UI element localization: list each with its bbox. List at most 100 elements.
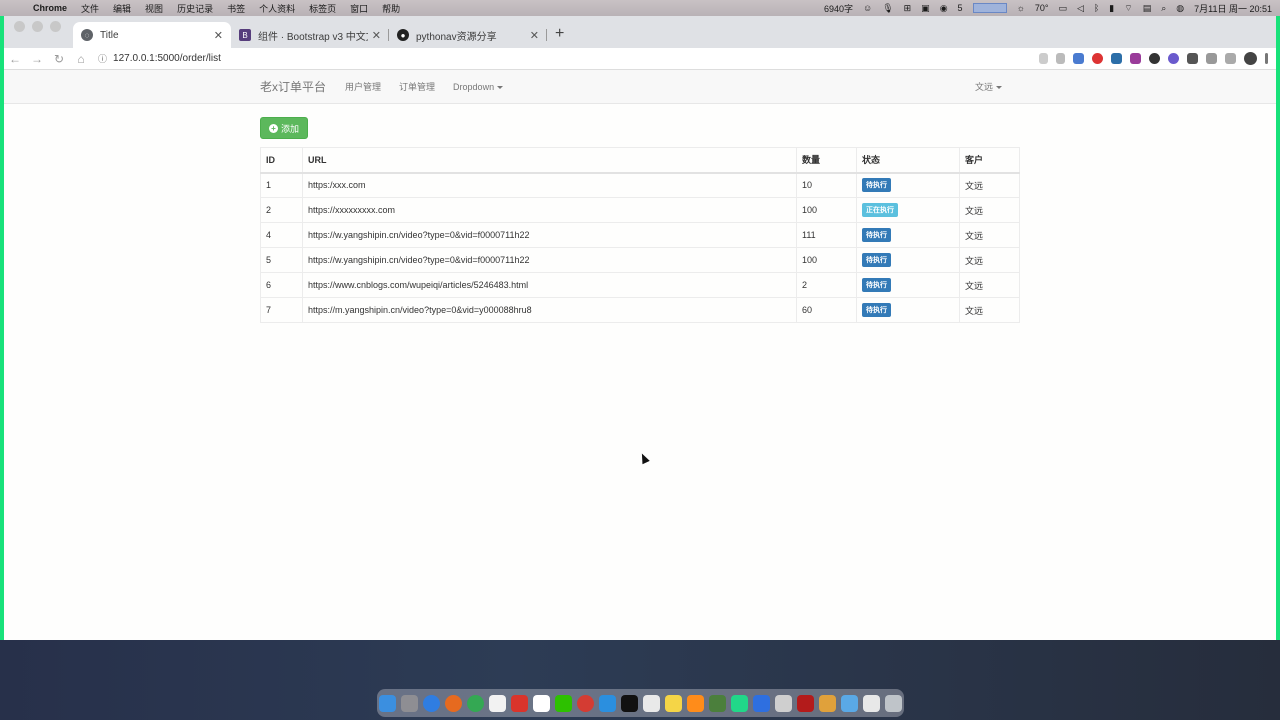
- cell-id: 1: [260, 172, 303, 198]
- document-icon[interactable]: [863, 694, 880, 712]
- address-bar[interactable]: ⓘ 127.0.0.1:5000/order/list: [98, 52, 978, 65]
- folder-icon[interactable]: [819, 694, 836, 712]
- reload-icon[interactable]: ↻: [48, 52, 70, 66]
- tab-title[interactable]: ◌ Title ✕: [73, 22, 231, 48]
- home-icon[interactable]: ⌂: [70, 52, 92, 66]
- cell-customer: 文远: [959, 197, 1020, 223]
- adblock-icon[interactable]: [1092, 53, 1103, 64]
- menu-edit[interactable]: 编辑: [106, 2, 138, 15]
- forward-icon[interactable]: →: [26, 52, 48, 66]
- word-count[interactable]: 6940字: [824, 2, 853, 15]
- volume-icon[interactable]: ◁: [1077, 3, 1084, 14]
- keynote-icon[interactable]: [599, 694, 616, 712]
- menu-tabs[interactable]: 标签页: [302, 2, 343, 15]
- url-text[interactable]: 127.0.0.1:5000/order/list: [113, 53, 221, 64]
- menu-bookmarks[interactable]: 书签: [220, 2, 252, 15]
- new-tab-button[interactable]: +: [547, 25, 572, 48]
- trash-icon[interactable]: [885, 694, 902, 712]
- firefox-icon[interactable]: [445, 694, 462, 712]
- nav-order-management[interactable]: 订单管理: [390, 80, 444, 93]
- notification-count[interactable]: 5: [958, 3, 963, 13]
- menu-help[interactable]: 帮助: [375, 2, 407, 15]
- finder-icon[interactable]: [379, 694, 396, 712]
- bookmark-star-icon[interactable]: [1056, 53, 1065, 64]
- temperature[interactable]: 70°: [1035, 3, 1049, 13]
- wechat-icon[interactable]: [555, 694, 572, 712]
- battery-icon[interactable]: ▮: [1109, 3, 1114, 14]
- terminal-icon[interactable]: [621, 694, 638, 712]
- extension-icon[interactable]: [1130, 53, 1141, 64]
- control-center-icon[interactable]: ▤: [1143, 3, 1152, 14]
- launchpad-icon[interactable]: [401, 694, 418, 712]
- menu-history[interactable]: 历史记录: [170, 2, 220, 15]
- extension-icon[interactable]: [1073, 53, 1084, 64]
- vue-icon[interactable]: [1187, 53, 1198, 64]
- caret-down-icon: [497, 85, 504, 89]
- zoom-window-button[interactable]: [50, 20, 61, 32]
- add-order-button[interactable]: + 添加: [260, 117, 308, 139]
- app-icon[interactable]: [511, 694, 528, 712]
- display-icon[interactable]: ▭: [1058, 3, 1067, 14]
- grid-icon[interactable]: ⊞: [904, 3, 912, 14]
- typora-icon[interactable]: [489, 694, 506, 712]
- extension-icon[interactable]: [1168, 53, 1179, 64]
- table-header-row: ID URL 数量 状态 客户: [260, 147, 1020, 174]
- chrome-icon[interactable]: [467, 694, 484, 712]
- close-tab-icon[interactable]: ✕: [530, 29, 539, 42]
- status-badge: 待执行: [862, 278, 891, 292]
- menu-window[interactable]: 窗口: [343, 2, 375, 15]
- menu-profile[interactable]: 个人资料: [252, 2, 302, 15]
- cell-url: https://www.cnblogs.com/wupeiqi/articles…: [302, 272, 797, 298]
- avatar[interactable]: [1244, 52, 1257, 65]
- menu-view[interactable]: 视图: [138, 2, 170, 15]
- nav-user-management[interactable]: 用户管理: [336, 80, 390, 93]
- infinity-icon[interactable]: [1149, 53, 1160, 64]
- puzzle-icon[interactable]: [1206, 53, 1217, 64]
- menu-file[interactable]: 文件: [74, 2, 106, 15]
- extension-icon[interactable]: [1111, 53, 1122, 64]
- cell-status: 待执行: [856, 297, 960, 323]
- site-brand[interactable]: 老x订单平台: [260, 78, 326, 95]
- mic-icon[interactable]: 🎙: [882, 3, 893, 14]
- calendar-icon[interactable]: [533, 694, 550, 712]
- tab-label: Title: [100, 29, 119, 41]
- clock[interactable]: 7月11日 周一 20:51: [1194, 2, 1272, 15]
- more-menu-icon[interactable]: [1265, 53, 1268, 64]
- nav-dropdown[interactable]: Dropdown: [444, 82, 512, 92]
- close-tab-icon[interactable]: ✕: [214, 29, 223, 42]
- wechat-icon[interactable]: ◉: [940, 3, 948, 14]
- netease-music-icon[interactable]: [577, 694, 594, 712]
- close-tab-icon[interactable]: ✕: [372, 29, 381, 42]
- menu-app-name[interactable]: Chrome: [26, 3, 74, 13]
- share-icon[interactable]: [1039, 53, 1048, 64]
- sublime-icon[interactable]: [687, 694, 704, 712]
- cell-customer: 文远: [959, 247, 1020, 273]
- minimize-window-button[interactable]: [32, 20, 43, 32]
- tab-bootstrap-docs[interactable]: B 组件 · Bootstrap v3 中文文档 | ✕: [231, 22, 389, 48]
- close-window-button[interactable]: [14, 20, 25, 32]
- app-icon[interactable]: [709, 694, 726, 712]
- camera-icon[interactable]: ▣: [921, 3, 930, 14]
- pycharm-icon[interactable]: [731, 694, 748, 712]
- mac-menu-bar: Chrome 文件 编辑 视图 历史记录 书签 个人资料 标签页 窗口 帮助 6…: [0, 0, 1280, 16]
- app-icon[interactable]: [797, 694, 814, 712]
- info-icon[interactable]: ⓘ: [98, 52, 107, 65]
- safari-icon[interactable]: [423, 694, 440, 712]
- search-icon[interactable]: ⌕: [1161, 3, 1166, 14]
- app-icon[interactable]: [753, 694, 770, 712]
- app-icon[interactable]: [643, 694, 660, 712]
- downloads-folder-icon[interactable]: [841, 694, 858, 712]
- bluetooth-icon[interactable]: ᛒ: [1094, 3, 1099, 13]
- siri-icon[interactable]: ◍: [1176, 3, 1184, 14]
- cell-quantity: 111: [796, 222, 857, 248]
- back-icon[interactable]: ←: [4, 52, 26, 66]
- site-navbar: 老x订单平台 用户管理 订单管理 Dropdown 文远: [4, 70, 1276, 104]
- wifi-icon[interactable]: ⌔: [1124, 3, 1132, 14]
- notes-icon[interactable]: [665, 694, 682, 712]
- app-icon[interactable]: [775, 694, 792, 712]
- smiley-icon[interactable]: ☺: [863, 3, 872, 13]
- weather-icon[interactable]: ☼: [1017, 3, 1025, 13]
- tab-pythonav[interactable]: ● pythonav资源分享 ✕: [389, 22, 547, 48]
- user-menu[interactable]: 文远: [966, 80, 1011, 93]
- sidebar-icon[interactable]: [1225, 53, 1236, 64]
